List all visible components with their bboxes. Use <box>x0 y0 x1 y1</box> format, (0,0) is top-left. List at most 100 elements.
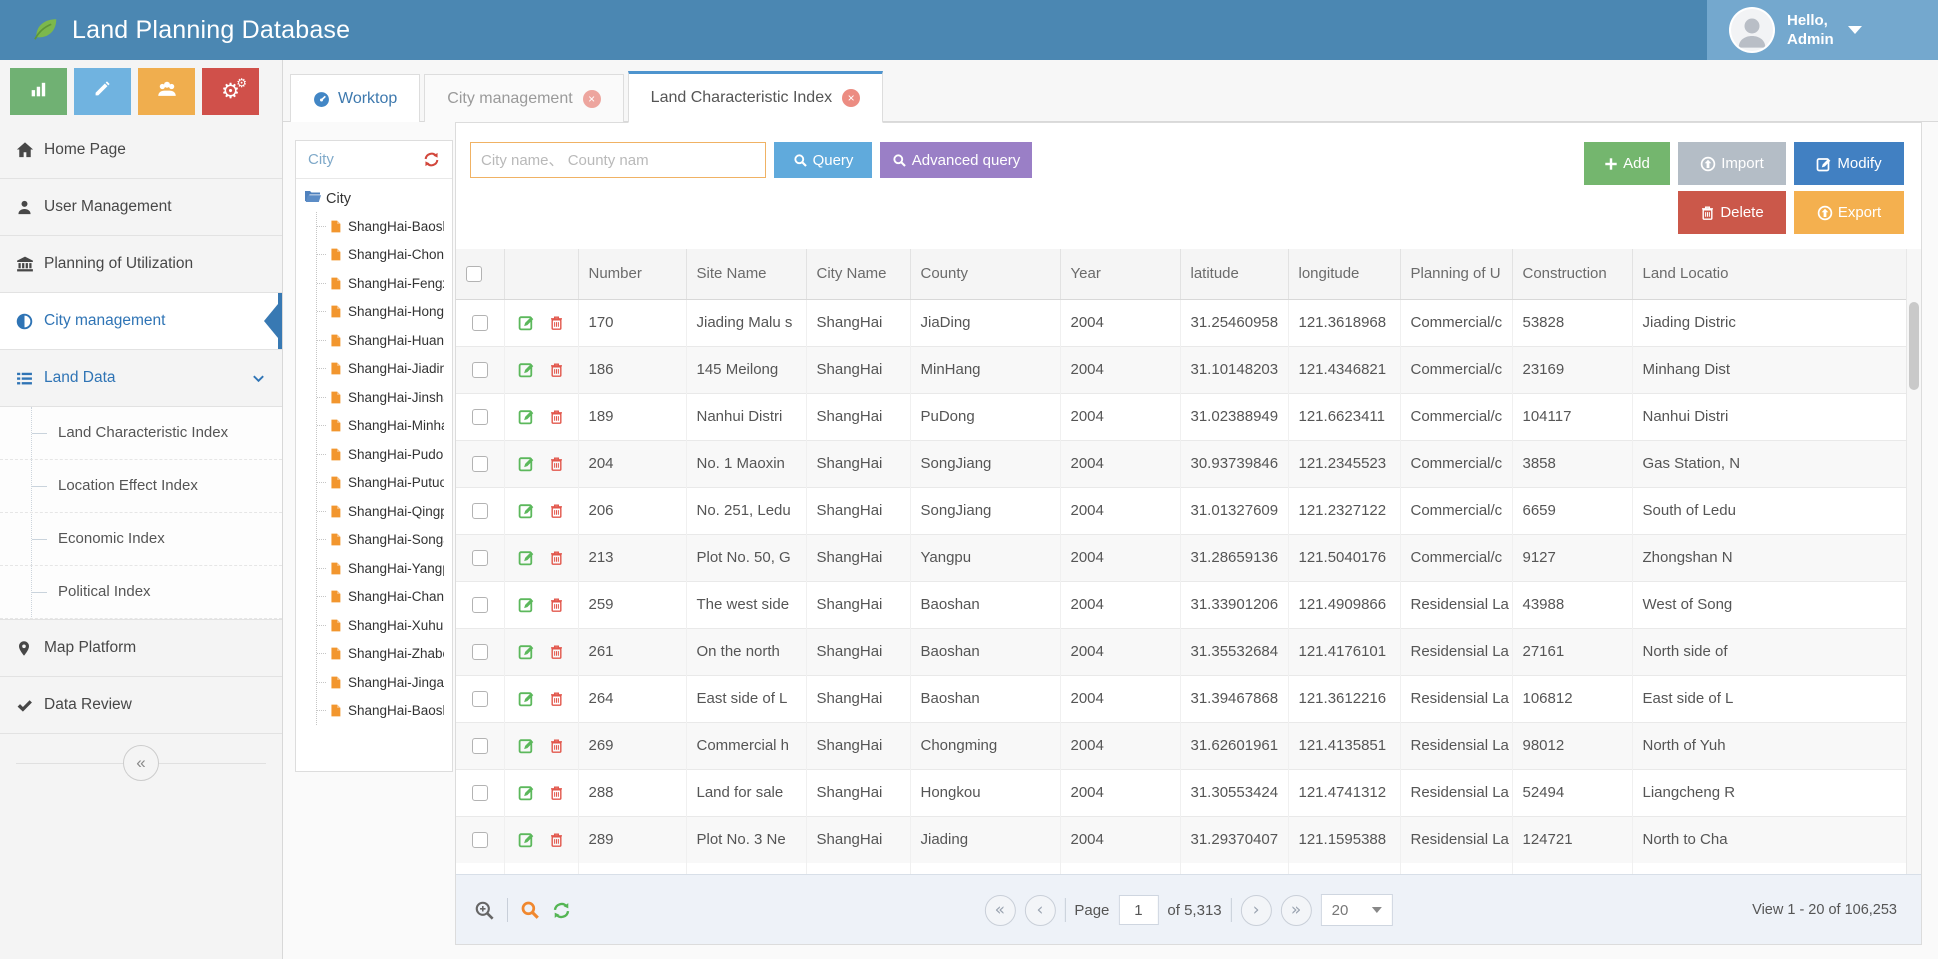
delete-row-icon[interactable] <box>549 832 564 848</box>
tree-item[interactable]: ShangHai-Chong... <box>317 241 444 270</box>
tab-land-characteristic-index[interactable]: Land Characteristic Index × <box>628 71 883 123</box>
close-icon[interactable]: × <box>842 89 860 107</box>
tree-item[interactable]: ShangHai-Putuo <box>317 469 444 498</box>
row-checkbox[interactable] <box>472 409 488 425</box>
edit-row-icon[interactable] <box>518 596 535 613</box>
submenu-item[interactable]: Economic Index <box>0 513 282 566</box>
delete-row-icon[interactable] <box>549 691 564 707</box>
column-header-number[interactable]: Number <box>578 249 686 299</box>
row-checkbox[interactable] <box>472 785 488 801</box>
row-checkbox[interactable] <box>472 644 488 660</box>
column-header-land-location[interactable]: Land Locatio <box>1632 249 1906 299</box>
first-page-button[interactable]: « <box>984 895 1015 926</box>
last-page-button[interactable]: » <box>1281 895 1312 926</box>
tree-item[interactable]: ShangHai-Jiading <box>317 355 444 384</box>
tree-item[interactable]: ShangHai-Hongk... <box>317 298 444 327</box>
zoom-search-icon[interactable] <box>474 900 495 921</box>
user-menu[interactable]: Hello, Admin <box>1707 0 1938 60</box>
edit-row-icon[interactable] <box>518 549 535 566</box>
tree-root-city[interactable]: City <box>304 189 444 208</box>
row-checkbox[interactable] <box>472 832 488 848</box>
column-header-construction[interactable]: Construction <box>1512 249 1632 299</box>
tree-item[interactable]: ShangHai-Fengxi... <box>317 269 444 298</box>
page-size-select[interactable]: 20 <box>1321 894 1393 926</box>
row-checkbox[interactable] <box>472 362 488 378</box>
statistics-button[interactable] <box>10 68 67 115</box>
delete-row-icon[interactable] <box>549 597 564 613</box>
edit-row-icon[interactable] <box>518 502 535 519</box>
import-button[interactable]: Import <box>1678 142 1786 185</box>
edit-button[interactable] <box>74 68 131 115</box>
sidebar-item-data-review[interactable]: Data Review <box>0 677 282 734</box>
query-button[interactable]: Query <box>774 142 872 178</box>
tree-item[interactable]: ShangHai-Minhang <box>317 412 444 441</box>
edit-row-icon[interactable] <box>518 831 535 848</box>
column-header-city-name[interactable]: City Name <box>806 249 910 299</box>
delete-row-icon[interactable] <box>549 550 564 566</box>
refresh-grid-icon[interactable] <box>552 901 571 920</box>
tree-item[interactable]: ShangHai-Chang... <box>317 583 444 612</box>
settings-button[interactable]: ⚙ ⚙ <box>202 68 259 115</box>
scrollbar-thumb[interactable] <box>1909 302 1919 390</box>
search-input[interactable] <box>470 142 766 178</box>
tab-worktop[interactable]: Worktop <box>290 74 420 123</box>
delete-row-icon[interactable] <box>549 315 564 331</box>
row-checkbox[interactable] <box>472 503 488 519</box>
advanced-query-button[interactable]: Advanced query <box>880 142 1032 178</box>
tree-item[interactable]: ShangHai-Baosh... <box>317 212 444 241</box>
column-header-longitude[interactable]: longitude <box>1288 249 1400 299</box>
tree-item[interactable]: ShangHai-Huang... <box>317 326 444 355</box>
edit-row-icon[interactable] <box>518 737 535 754</box>
column-header-site-name[interactable]: Site Name <box>686 249 806 299</box>
select-all-checkbox[interactable] <box>466 266 482 282</box>
delete-row-icon[interactable] <box>549 738 564 754</box>
column-header-planning[interactable]: Planning of U <box>1400 249 1512 299</box>
row-checkbox[interactable] <box>472 456 488 472</box>
delete-button[interactable]: Delete <box>1678 191 1786 234</box>
tree-item[interactable]: ShangHai-SongJ... <box>317 526 444 555</box>
sidebar-item-city-management[interactable]: City management <box>0 293 282 350</box>
delete-row-icon[interactable] <box>549 503 564 519</box>
close-icon[interactable]: × <box>583 90 601 108</box>
column-header-county[interactable]: County <box>910 249 1060 299</box>
submenu-item[interactable]: Political Index <box>0 566 282 619</box>
row-checkbox[interactable] <box>472 597 488 613</box>
edit-row-icon[interactable] <box>518 643 535 660</box>
tree-refresh-button[interactable] <box>423 151 440 168</box>
tree-item[interactable]: ShangHai-Baosh... <box>317 697 444 726</box>
delete-row-icon[interactable] <box>549 409 564 425</box>
row-checkbox[interactable] <box>472 691 488 707</box>
submenu-item[interactable]: Location Effect Index <box>0 460 282 513</box>
tab-city-management[interactable]: City management × <box>424 74 623 123</box>
delete-row-icon[interactable] <box>549 456 564 472</box>
export-button[interactable]: Export <box>1794 191 1904 234</box>
tree-item[interactable]: ShangHai-Pudong <box>317 440 444 469</box>
sidebar-item-land-data[interactable]: Land Data <box>0 350 282 407</box>
tree-item[interactable]: ShangHai-Qingpu <box>317 497 444 526</box>
sidebar-item-planning-of-utilization[interactable]: Planning of Utilization <box>0 236 282 293</box>
delete-row-icon[interactable] <box>549 362 564 378</box>
sidebar-item-home[interactable]: Home Page <box>0 122 282 179</box>
submenu-item[interactable]: Land Characteristic Index <box>0 407 282 460</box>
tree-item[interactable]: ShangHai-Jingan <box>317 668 444 697</box>
edit-row-icon[interactable] <box>518 314 535 331</box>
tree-item[interactable]: ShangHai-Zhabei <box>317 640 444 669</box>
page-input[interactable] <box>1118 895 1158 925</box>
row-checkbox[interactable] <box>472 738 488 754</box>
prev-page-button[interactable]: ‹ <box>1024 895 1055 926</box>
search-grid-icon[interactable] <box>520 900 540 920</box>
delete-row-icon[interactable] <box>549 644 564 660</box>
modify-button[interactable]: Modify <box>1794 142 1904 185</box>
row-checkbox[interactable] <box>472 315 488 331</box>
users-button[interactable] <box>138 68 195 115</box>
collapse-sidebar-button[interactable]: « <box>123 745 159 781</box>
column-header-latitude[interactable]: latitude <box>1180 249 1288 299</box>
edit-row-icon[interactable] <box>518 690 535 707</box>
edit-row-icon[interactable] <box>518 455 535 472</box>
edit-row-icon[interactable] <box>518 408 535 425</box>
row-checkbox[interactable] <box>472 550 488 566</box>
sidebar-item-map-platform[interactable]: Map Platform <box>0 620 282 677</box>
edit-row-icon[interactable] <box>518 361 535 378</box>
column-header-year[interactable]: Year <box>1060 249 1180 299</box>
tree-item[interactable]: ShangHai-Xuhui <box>317 611 444 640</box>
